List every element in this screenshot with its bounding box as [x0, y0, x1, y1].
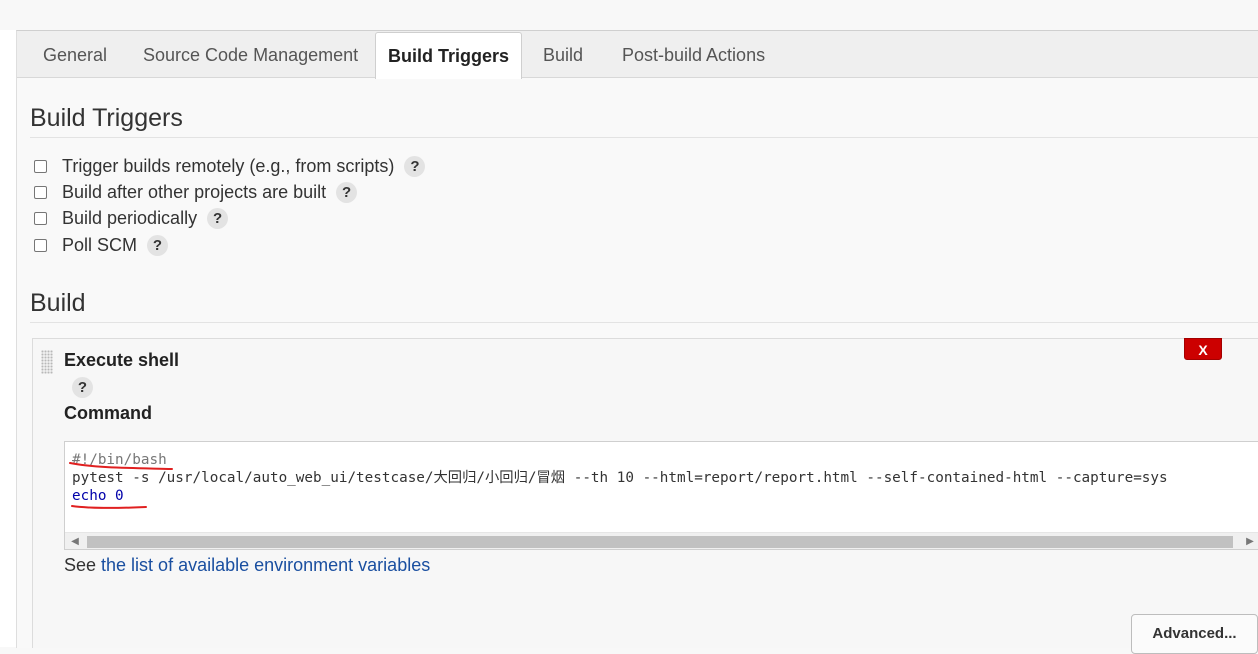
step-title: Execute shell	[64, 350, 180, 370]
code-line-pytest: pytest -s /usr/local/auto_web_ui/testcas…	[72, 469, 1168, 487]
env-vars-note: See the list of available environment va…	[64, 555, 430, 576]
scrollbar-thumb[interactable]	[87, 536, 1233, 548]
env-vars-link[interactable]: the list of available environment variab…	[101, 555, 430, 575]
command-code[interactable]: #!/bin/bash pytest -s /usr/local/auto_web…	[72, 451, 1168, 505]
build-triggers-heading: Build Triggers	[30, 104, 183, 132]
help-icon[interactable]: ?	[207, 207, 229, 229]
section-divider	[30, 137, 1258, 138]
trigger-option-periodically: Build periodically ?	[34, 206, 229, 230]
env-vars-prefix: See	[64, 555, 102, 575]
code-line-echo: echo 0	[72, 488, 124, 504]
trigger-option-after-other: Build after other projects are built ?	[34, 180, 358, 204]
help-icon[interactable]: ?	[404, 155, 426, 177]
tab-build[interactable]: Build	[543, 31, 583, 77]
code-line-shebang: #!/bin/bash	[72, 452, 167, 468]
tab-post-build-actions[interactable]: Post-build Actions	[622, 31, 765, 77]
trigger-after-other-checkbox[interactable]	[34, 185, 47, 199]
section-divider	[30, 322, 1258, 323]
drag-handle-icon[interactable]	[41, 350, 53, 374]
help-icon[interactable]: ?	[72, 377, 93, 398]
tab-general[interactable]: General	[43, 31, 107, 77]
build-heading: Build	[30, 289, 86, 317]
command-label: Command	[64, 403, 153, 423]
scroll-left-icon[interactable]: ◀	[67, 533, 83, 549]
trigger-poll-scm-label: Poll SCM	[62, 234, 138, 255]
trigger-periodically-label: Build periodically	[62, 207, 198, 228]
trigger-after-other-label: Build after other projects are built	[62, 181, 327, 202]
trigger-remote-checkbox[interactable]	[34, 159, 47, 173]
horizontal-scrollbar[interactable]: ◀ ▶	[65, 532, 1258, 549]
step-help: ?	[72, 377, 93, 398]
left-margin	[0, 30, 16, 647]
tab-build-triggers[interactable]: Build Triggers	[375, 32, 523, 79]
help-icon[interactable]: ?	[147, 234, 169, 256]
trigger-poll-scm-checkbox[interactable]	[34, 238, 47, 252]
trigger-option-poll-scm: Poll SCM ?	[34, 233, 169, 257]
delete-step-button[interactable]: X	[1184, 338, 1222, 360]
tab-source-code-management[interactable]: Source Code Management	[143, 31, 358, 77]
help-icon[interactable]: ?	[336, 181, 358, 203]
config-tabs: General Source Code Management Build Tri…	[17, 31, 1258, 79]
advanced-button[interactable]: Advanced...	[1131, 614, 1258, 654]
trigger-option-remote: Trigger builds remotely (e.g., from scri…	[34, 154, 426, 178]
command-editor[interactable]: #!/bin/bash pytest -s /usr/local/auto_web…	[64, 441, 1258, 550]
scroll-right-icon[interactable]: ▶	[1242, 533, 1258, 549]
top-band	[0, 0, 1258, 30]
code-line-pytest-text: pytest -s /usr/local/auto_web_ui/testcas…	[72, 470, 1168, 486]
trigger-periodically-checkbox[interactable]	[34, 211, 47, 225]
trigger-remote-label: Trigger builds remotely (e.g., from scri…	[62, 155, 395, 176]
